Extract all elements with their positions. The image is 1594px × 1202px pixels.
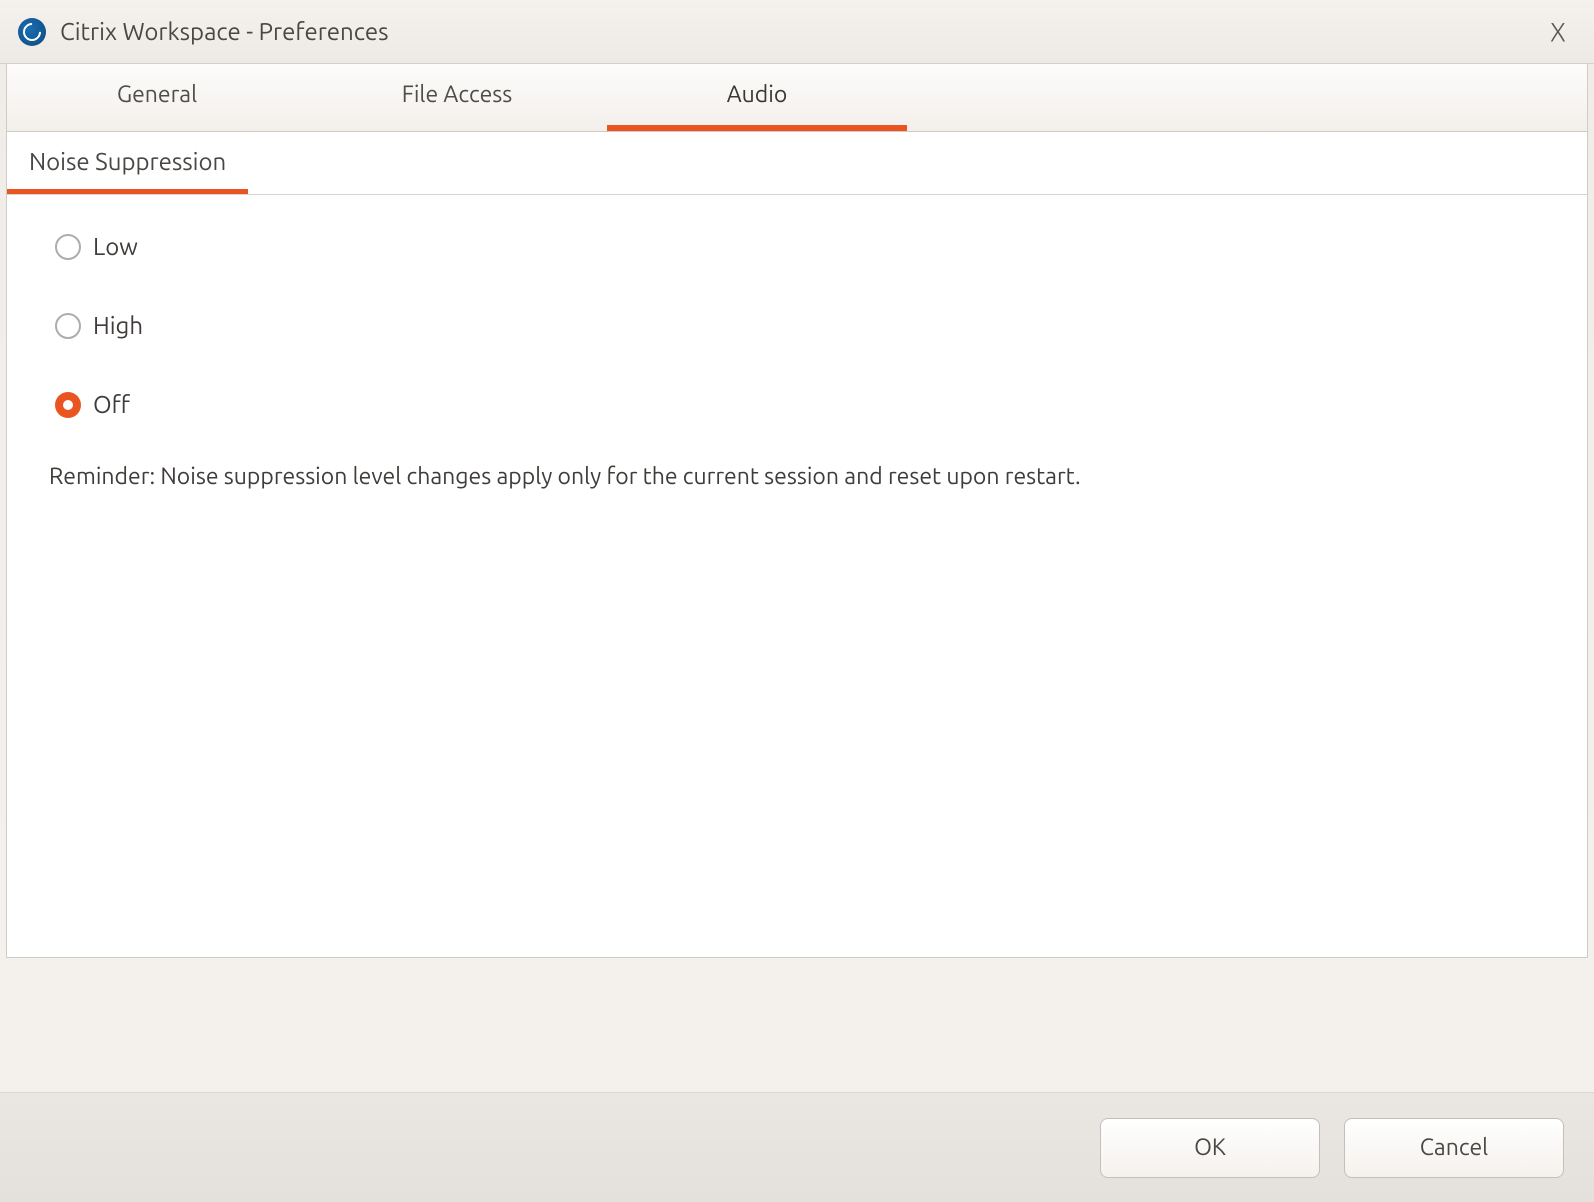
titlebar: Citrix Workspace - Preferences X (0, 0, 1594, 64)
cancel-button[interactable]: Cancel (1344, 1118, 1564, 1178)
radio-circle-icon (55, 313, 81, 339)
reminder-text: Reminder: Noise suppression level change… (49, 464, 1539, 489)
content-panel: Noise Suppression Low High Off Reminder:… (6, 132, 1588, 958)
dialog-footer: OK Cancel (0, 1092, 1594, 1202)
radio-off[interactable]: Off (55, 391, 1539, 418)
radio-high[interactable]: High (55, 312, 1539, 339)
ok-button[interactable]: OK (1100, 1118, 1320, 1178)
tab-audio[interactable]: Audio (607, 64, 907, 131)
tab-general[interactable]: General (7, 64, 307, 131)
radio-circle-selected-icon (55, 392, 81, 418)
app-icon (18, 18, 46, 46)
tab-file-access[interactable]: File Access (307, 64, 607, 131)
noise-suppression-options: Low High Off Reminder: Noise suppression… (7, 195, 1587, 489)
window-title: Citrix Workspace - Preferences (60, 18, 389, 45)
close-icon[interactable]: X (1544, 17, 1572, 46)
radio-low-label: Low (93, 233, 138, 260)
sub-tab-noise-suppression[interactable]: Noise Suppression (7, 132, 248, 194)
radio-circle-icon (55, 234, 81, 260)
sub-tabs: Noise Suppression (7, 132, 1587, 195)
radio-off-label: Off (93, 391, 130, 418)
radio-high-label: High (93, 312, 143, 339)
main-tabs: General File Access Audio (6, 64, 1588, 132)
radio-low[interactable]: Low (55, 233, 1539, 260)
